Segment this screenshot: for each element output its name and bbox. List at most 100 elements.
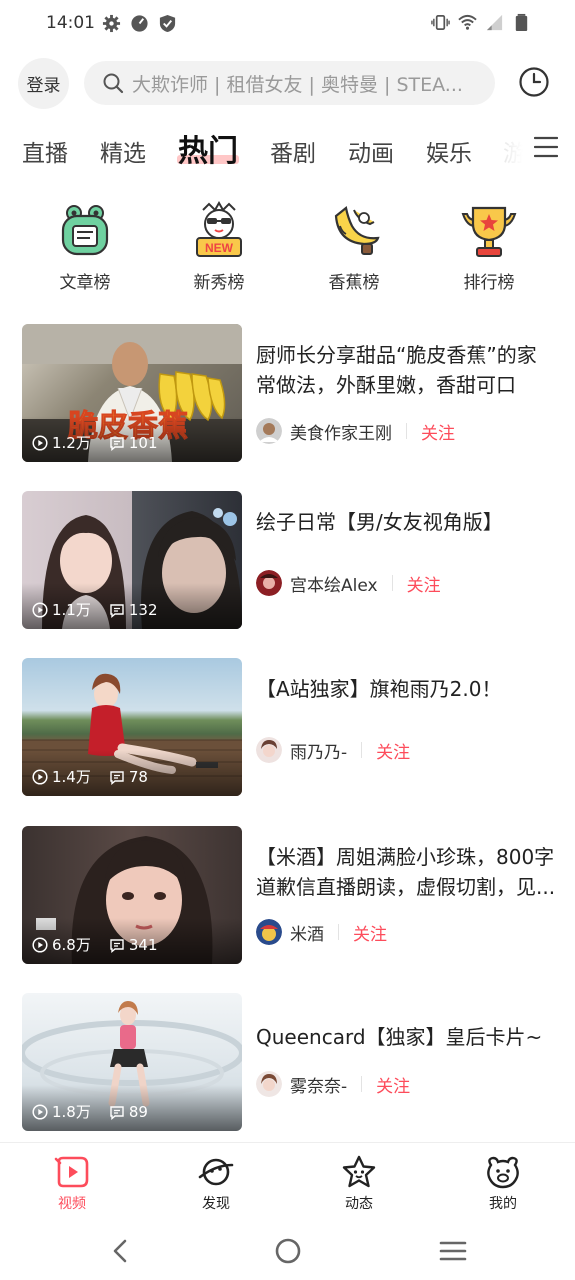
home-icon[interactable]	[273, 1236, 303, 1266]
avatar[interactable]	[256, 1071, 282, 1097]
quick-entry-articles[interactable]: 文章榜	[30, 200, 140, 293]
divider	[361, 742, 363, 758]
video-thumbnail[interactable]: 1.1万 132	[22, 491, 242, 629]
author-name[interactable]: 雨乃乃-	[290, 738, 347, 763]
nav-label: 动态	[345, 1196, 373, 1212]
video-card[interactable]: 1.4万 78 【A站独家】旗袍雨乃2.0！ 雨乃乃- 关注	[0, 658, 575, 798]
play-count-icon	[32, 434, 48, 451]
quick-entry-ranking[interactable]: 排行榜	[434, 200, 544, 293]
video-thumbnail[interactable]: 6.8万 341	[22, 826, 242, 964]
search-bar[interactable]: 大欺诈师 | 租借女友 | 奥特曼 | STEA...	[84, 61, 495, 105]
battery-icon	[515, 13, 528, 32]
search-placeholder: 大欺诈师 | 租借女友 | 奥特曼 | STEA...	[132, 73, 463, 96]
bottom-nav: 视频 发现 动态 我的	[0, 1142, 575, 1224]
video-thumbnail[interactable]: 1.4万 78	[22, 658, 242, 796]
top-header: 登录 大欺诈师 | 租借女友 | 奥特曼 | STEA...	[0, 58, 575, 110]
shield-icon	[159, 14, 176, 33]
tab-hot[interactable]: 热门	[178, 126, 238, 170]
avatar[interactable]	[256, 418, 282, 444]
menu-icon[interactable]	[534, 136, 558, 158]
play-count-icon	[32, 1103, 48, 1120]
video-title[interactable]: 厨师长分享甜品“脆皮香蕉”的家常做法，外酥里嫩，香甜可口	[256, 340, 556, 400]
tab-live[interactable]: 直播	[22, 134, 68, 168]
tab-animation[interactable]: 动画	[348, 134, 394, 168]
view-count: 1.8万	[52, 1103, 91, 1121]
view-count: 1.1万	[52, 601, 91, 619]
category-tabs: 直播 精选 热门 番剧 动画 娱乐 游	[0, 124, 575, 176]
comment-count: 78	[128, 767, 148, 786]
wifi-icon	[458, 14, 477, 30]
divider	[406, 423, 407, 439]
follow-button[interactable]: 关注	[407, 571, 441, 596]
nav-label: 我的	[489, 1196, 517, 1212]
comment-icon	[110, 770, 124, 785]
tab-featured[interactable]: 精选	[100, 134, 146, 168]
video-title[interactable]: Queencard【独家】皇后卡片~	[256, 1022, 556, 1052]
author-name[interactable]: 宫本绘Alex	[290, 571, 378, 596]
avatar[interactable]	[256, 737, 282, 763]
video-card[interactable]: 1.1万 132 绘子日常【男/女友视角版】 宫本绘Alex 关注	[0, 491, 575, 631]
comment-icon	[110, 436, 124, 451]
view-count: 1.2万	[52, 434, 91, 452]
author-row: 雨乃乃- 关注	[256, 736, 410, 764]
nav-discover[interactable]: 发现	[176, 1155, 256, 1213]
nav-label: 视频	[58, 1196, 86, 1212]
author-name[interactable]: 米酒	[290, 920, 324, 945]
video-title[interactable]: 【A站独家】旗袍雨乃2.0！	[256, 674, 556, 704]
nav-moments[interactable]: 动态	[319, 1155, 399, 1213]
video-title[interactable]: 绘子日常【男/女友视角版】	[256, 507, 556, 537]
banana-icon	[334, 206, 380, 255]
divider	[338, 924, 339, 940]
quick-entry-banana[interactable]: 香蕉榜	[299, 200, 409, 293]
nav-video[interactable]: 视频	[32, 1155, 112, 1213]
video-thumbnail[interactable]: 1.8万 89	[22, 993, 242, 1131]
video-thumbnail[interactable]: 脆皮香蕉 1.2万 101	[22, 324, 242, 462]
signal-icon	[486, 14, 503, 31]
video-card[interactable]: 脆皮香蕉 1.2万 101 厨师长分享甜品“脆皮香蕉”的家常做法，外酥里嫩，香甜…	[0, 324, 575, 464]
gear-icon	[102, 14, 121, 33]
system-navigation-bar	[0, 1224, 575, 1280]
video-card[interactable]: 6.8万 341 【米酒】周姐满脸小珍珠，800字道歉信直播朗读，虚假切割，见.…	[0, 826, 575, 966]
comment-icon	[110, 938, 124, 953]
avatar[interactable]	[256, 570, 282, 596]
trophy-icon	[461, 206, 517, 257]
quick-entry-label: 新秀榜	[193, 273, 245, 293]
frog-document-icon	[61, 205, 109, 256]
author-name[interactable]: 美食作家王刚	[290, 419, 392, 444]
follow-button[interactable]: 关注	[421, 419, 455, 444]
quick-entry-newcomers[interactable]: NEW 新秀榜	[164, 200, 274, 293]
video-card[interactable]: 1.8万 89 Queencard【独家】皇后卡片~ 雾奈奈- 关注	[0, 993, 575, 1133]
video-stats: 1.1万 132	[32, 599, 158, 620]
follow-button[interactable]: 关注	[376, 1072, 410, 1097]
search-icon	[103, 73, 124, 94]
new-badge-icon: NEW	[196, 200, 242, 257]
status-time: 14:01	[46, 13, 95, 33]
planet-icon	[198, 1158, 234, 1186]
author-row: 宫本绘Alex 关注	[256, 569, 441, 597]
back-icon[interactable]	[106, 1236, 136, 1266]
comment-count: 89	[128, 1102, 148, 1121]
nav-profile[interactable]: 我的	[463, 1155, 543, 1213]
nav-label: 发现	[202, 1196, 230, 1212]
video-title[interactable]: 【米酒】周姐满脸小珍珠，800字道歉信直播朗读，虚假切割，见...	[256, 842, 556, 902]
video-stats: 1.8万 89	[32, 1101, 148, 1122]
avatar[interactable]	[256, 919, 282, 945]
quick-entry-label: 排行榜	[463, 273, 515, 293]
login-button[interactable]: 登录	[18, 58, 69, 109]
author-row: 美食作家王刚 关注	[256, 417, 455, 445]
follow-button[interactable]: 关注	[353, 920, 387, 945]
author-name[interactable]: 雾奈奈-	[290, 1072, 347, 1097]
video-stats: 1.4万 78	[32, 766, 148, 787]
divider	[391, 575, 393, 591]
vibrate-icon	[431, 14, 450, 31]
play-count-icon	[32, 601, 48, 618]
recents-icon[interactable]	[438, 1236, 468, 1266]
quick-entries: 文章榜 NEW 新秀榜 香蕉榜 排行榜	[0, 200, 575, 296]
clock-icon[interactable]	[518, 66, 550, 98]
author-row: 雾奈奈- 关注	[256, 1070, 410, 1098]
follow-button[interactable]: 关注	[376, 738, 410, 763]
tab-entertainment[interactable]: 娱乐	[426, 134, 472, 168]
tab-bangumi[interactable]: 番剧	[270, 134, 316, 168]
author-row: 米酒 关注	[256, 918, 387, 946]
quick-entry-label: 香蕉榜	[328, 273, 380, 293]
